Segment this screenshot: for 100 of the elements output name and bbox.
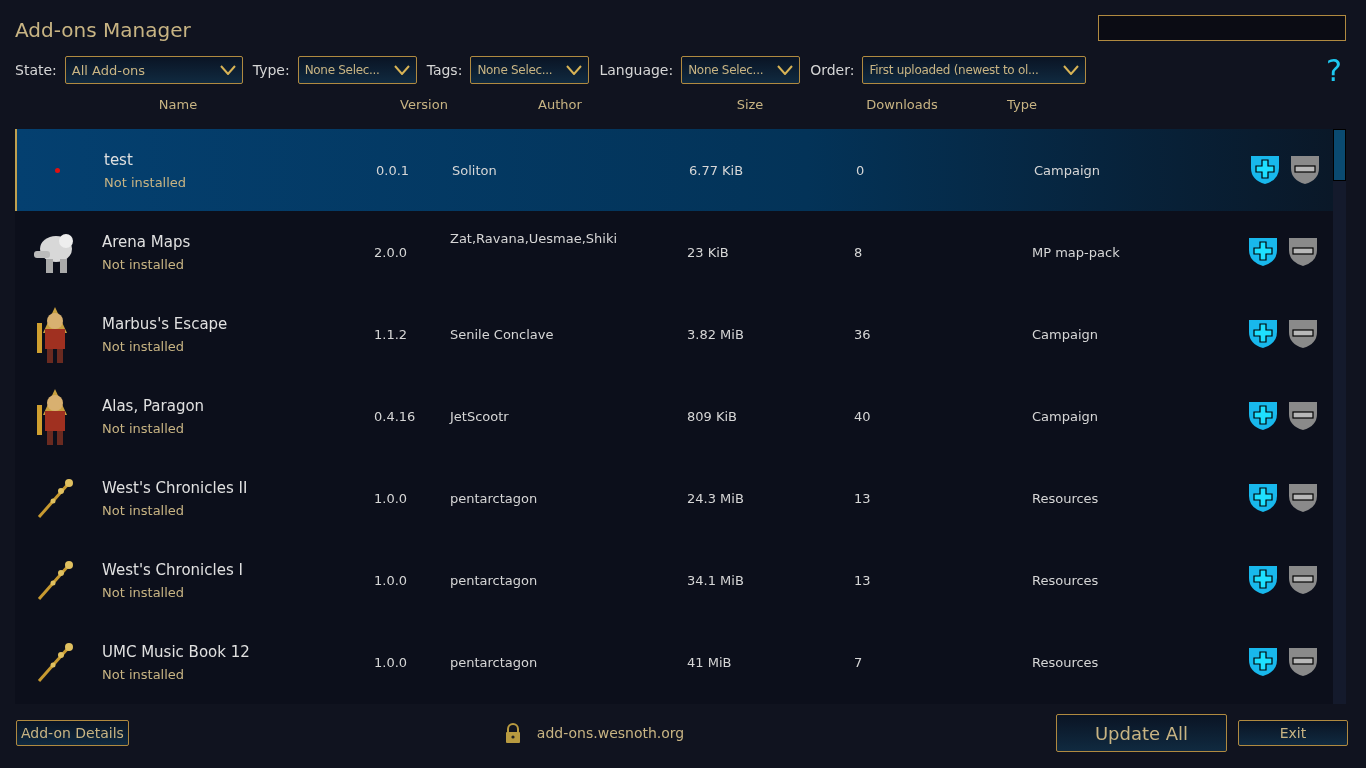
downloads-cell-text: 13 — [854, 490, 872, 506]
caret-icon — [777, 65, 794, 75]
filter-dropdown[interactable]: All Add-ons — [64, 56, 243, 84]
author-cell-text: Zat,Ravana,Uesmae,Shiki — [450, 231, 619, 246]
filter-label: Language: — [599, 62, 674, 78]
version-cell-text: 0.0.1 — [376, 162, 411, 178]
addon-name: West's Chronicles II — [102, 478, 249, 497]
addon-name: Marbus's Escape — [102, 314, 229, 333]
downloads-cell-text: 13 — [854, 572, 872, 588]
uninstall-icon[interactable] — [1289, 648, 1317, 676]
install-icon[interactable] — [1251, 156, 1279, 184]
addon-row[interactable]: Arena Maps Not installed 2.0.0 Zat,Ravana,Uesmae,Shiki 23 KiB 8 MP map-pack — [15, 211, 1333, 293]
uninstall-icon[interactable] — [1291, 156, 1319, 184]
size-cell-text: 24.3 MiB — [687, 490, 745, 506]
size-cell-text: 23 KiB — [687, 244, 730, 260]
size-cell-text: 3.82 MiB — [687, 326, 745, 342]
version-cell-text: 1.1.2 — [374, 326, 409, 342]
uninstall-icon[interactable] — [1289, 238, 1317, 266]
filter-label: Type: — [252, 62, 290, 78]
downloads-cell-text: 40 — [854, 408, 872, 424]
install-status: Not installed — [102, 502, 186, 518]
uninstall-icon[interactable] — [1289, 320, 1317, 348]
column-header[interactable]: Author — [465, 97, 655, 117]
size-cell-text: 41 MiB — [687, 654, 733, 670]
downloads-cell-text: 8 — [854, 244, 864, 260]
install-icon[interactable] — [1249, 320, 1277, 348]
type-cell-text: Resources — [1032, 572, 1100, 588]
staff-sprite — [35, 559, 75, 601]
type-cell-text: MP map-pack — [1032, 244, 1121, 260]
addon-row[interactable]: test Not installed 0.0.1 Soliton 6.77 KiB 0 Campaign — [15, 129, 1333, 211]
filter-dropdown[interactable]: None Selec... — [470, 56, 590, 84]
install-status: Not installed — [102, 666, 186, 682]
uninstall-icon[interactable] — [1289, 484, 1317, 512]
addon-name: West's Chronicles I — [102, 560, 244, 579]
version-cell-text: 1.0.0 — [374, 490, 409, 506]
type-cell-text: Resources — [1032, 654, 1100, 670]
version-cell-text: 1.0.0 — [374, 654, 409, 670]
column-header[interactable]: Version — [383, 97, 465, 117]
filter-dropdown[interactable]: None Selec... — [297, 56, 417, 84]
author-cell-text: pentarctagon — [450, 490, 539, 506]
server-address: add-ons.wesnoth.org — [536, 725, 685, 741]
version-cell-text: 1.0.0 — [374, 572, 409, 588]
author-cell-text: pentarctagon — [450, 654, 539, 670]
install-icon[interactable] — [1249, 238, 1277, 266]
column-header[interactable]: Type — [959, 97, 1085, 117]
addon-name: Alas, Paragon — [102, 396, 206, 415]
version-cell-text: 2.0.0 — [374, 244, 409, 260]
author-cell-text: JetScootr — [450, 408, 510, 424]
downloads-cell-text: 0 — [856, 162, 866, 178]
type-cell-text: Resources — [1032, 490, 1100, 506]
addon-row[interactable]: UMC Music Book 12 Not installed 1.0.0 pentarctagon 41 MiB 7 Resources — [15, 621, 1333, 703]
install-icon[interactable] — [1249, 566, 1277, 594]
addon-name: Arena Maps — [102, 232, 192, 251]
window-title: Add-ons Manager — [15, 18, 191, 42]
filter-label: Tags: — [426, 62, 463, 78]
filter-label: State: — [15, 62, 57, 78]
downloads-cell-text: 7 — [854, 654, 864, 670]
column-header[interactable]: Name — [95, 97, 261, 117]
filter-dropdown[interactable]: None Selec... — [681, 56, 801, 84]
caret-icon — [393, 65, 410, 75]
install-status: Not installed — [102, 584, 186, 600]
version-cell-text: 0.4.16 — [374, 408, 417, 424]
update-all-button[interactable]: Update All — [1056, 714, 1227, 752]
uninstall-icon[interactable] — [1289, 402, 1317, 430]
scrollbar[interactable] — [1333, 129, 1346, 704]
install-status: Not installed — [102, 338, 186, 354]
type-cell-text: Campaign — [1032, 326, 1100, 342]
lock-icon — [504, 723, 521, 743]
addon-name: UMC Music Book 12 — [102, 642, 251, 661]
type-cell-text: Campaign — [1034, 162, 1102, 178]
filter-label: Order: — [810, 62, 855, 78]
column-header[interactable]: Downloads — [845, 97, 959, 117]
addon-details-button[interactable]: Add-on Details — [16, 720, 129, 746]
addon-row[interactable]: West's Chronicles I Not installed 1.0.0 pentarctagon 34.1 MiB 13 Resources — [15, 539, 1333, 621]
uninstall-icon[interactable] — [1289, 566, 1317, 594]
addon-row[interactable]: Marbus's Escape Not installed 1.1.2 Senile Conclave 3.82 MiB 36 Campaign — [15, 293, 1333, 375]
type-cell-text: Campaign — [1032, 408, 1100, 424]
caret-icon — [566, 65, 583, 75]
author-cell-text: Soliton — [452, 162, 498, 178]
column-header[interactable]: Size — [655, 97, 845, 117]
install-icon[interactable] — [1249, 648, 1277, 676]
install-status: Not installed — [102, 256, 186, 272]
install-icon[interactable] — [1249, 484, 1277, 512]
author-cell-text: pentarctagon — [450, 572, 539, 588]
dot-icon — [54, 167, 60, 173]
staff-sprite — [35, 641, 75, 683]
help-button[interactable]: ? — [1326, 52, 1342, 88]
exit-button[interactable]: Exit — [1238, 720, 1348, 746]
install-icon[interactable] — [1249, 402, 1277, 430]
addon-name: test — [104, 150, 134, 169]
install-status: Not installed — [104, 174, 188, 190]
search-field[interactable] — [1098, 15, 1346, 41]
addon-row[interactable]: West's Chronicles II Not installed 1.0.0 pentarctagon 24.3 MiB 13 Resources — [15, 457, 1333, 539]
size-cell-text: 809 KiB — [687, 408, 738, 424]
size-cell-text: 6.77 KiB — [689, 162, 745, 178]
filter-dropdown[interactable]: First uploaded (newest to ol... — [862, 56, 1087, 84]
caret-icon — [219, 65, 236, 75]
downloads-cell-text: 36 — [854, 326, 872, 342]
staff-sprite — [35, 477, 75, 519]
addon-row[interactable]: Alas, Paragon Not installed 0.4.16 JetScootr 809 KiB 40 Campaign — [15, 375, 1333, 457]
